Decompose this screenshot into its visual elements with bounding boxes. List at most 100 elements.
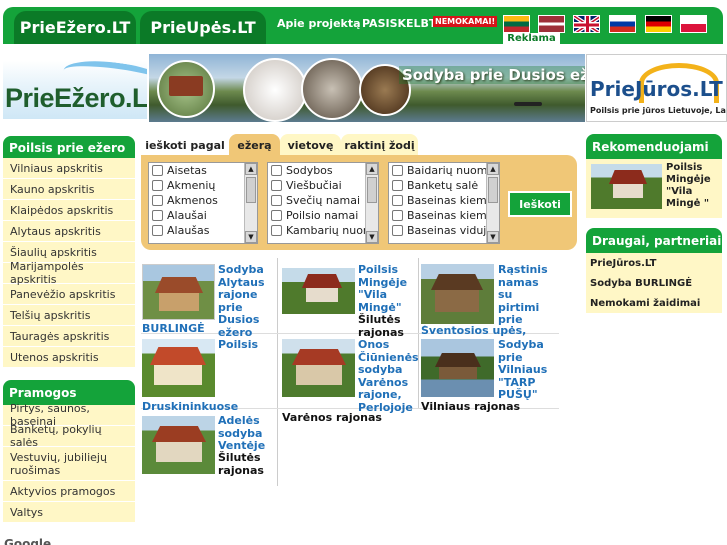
listing-photo[interactable]	[142, 264, 215, 320]
scrollbar[interactable]: ▲ ▼	[486, 163, 499, 243]
listing-title[interactable]: Poilsis Mingėje "Vila Mingė"	[358, 263, 418, 314]
scroll-thumb[interactable]	[367, 177, 377, 203]
scroll-up-icon[interactable]: ▲	[245, 163, 257, 175]
prieezero-logo[interactable]: PrieEžero.L	[3, 61, 147, 119]
sidebar-item-weddings[interactable]: Vestuvių, jubiliejų ruošimas	[3, 447, 135, 481]
list-item[interactable]: Aisetas	[149, 163, 257, 178]
listing-region[interactable]: Druskininkuose	[142, 400, 238, 414]
listing-photo[interactable]	[142, 416, 215, 474]
checkbox[interactable]	[392, 225, 403, 236]
checkbox[interactable]	[392, 165, 403, 176]
sidebar-item-boats[interactable]: Valtys	[3, 502, 135, 523]
listing-title[interactable]: Sodyba prie Vilniaus "TARP PUŠŲ"	[498, 338, 558, 402]
partner-link[interactable]: Sodyba BURLINGĖ	[586, 273, 722, 293]
sidebar-item-vilnius[interactable]: Vilniaus apskritis	[3, 158, 135, 179]
tab-lake[interactable]: ežerą	[229, 134, 280, 156]
listing-title[interactable]: Adelės sodyba Ventėje	[218, 414, 274, 453]
search-button[interactable]: Ieškoti	[508, 191, 572, 217]
checkbox[interactable]	[392, 195, 403, 206]
checkbox[interactable]	[152, 165, 163, 176]
listing-photo[interactable]	[282, 268, 355, 314]
divider	[277, 258, 278, 486]
sidebar-item-alytus[interactable]: Alytaus apskritis	[3, 221, 135, 242]
list-item[interactable]: Viešbučiai	[268, 178, 378, 193]
sidebar-item-marijampole[interactable]: Marijampolės apskritis	[3, 260, 135, 286]
scroll-down-icon[interactable]: ▼	[487, 231, 499, 243]
germany-flag-icon[interactable]	[645, 15, 672, 33]
listing-photo[interactable]	[421, 339, 494, 397]
checkbox[interactable]	[392, 210, 403, 221]
sidebar-item-panevezys[interactable]: Panevėžio apskritis	[3, 284, 135, 305]
list-item[interactable]: Baseinas viduje	[389, 223, 499, 238]
list-item[interactable]: Baseinas kieme	[389, 208, 499, 223]
scroll-thumb[interactable]	[488, 177, 498, 203]
listing-region[interactable]: Šventosios upės, kaime	[421, 325, 541, 337]
checkbox[interactable]	[152, 210, 163, 221]
listing-photo[interactable]	[591, 164, 662, 209]
list-item[interactable]: Akmenių	[149, 178, 257, 193]
tab-prieupes[interactable]: PrieUpės.LT	[140, 11, 266, 44]
list-item[interactable]: Banketų salė	[389, 178, 499, 193]
scroll-up-icon[interactable]: ▲	[487, 163, 499, 175]
lithuania-flag-icon[interactable]	[503, 15, 530, 33]
recommended-text[interactable]: Poilsis Mingėje "Vila Mingė "	[666, 162, 718, 210]
listing-region[interactable]: BURLINGĖ	[142, 322, 212, 336]
list-item[interactable]: Alaušas	[149, 223, 257, 238]
checkbox[interactable]	[271, 210, 282, 221]
scroll-down-icon[interactable]: ▼	[366, 231, 378, 243]
uk-flag-icon[interactable]	[573, 15, 600, 33]
list-item[interactable]: Akmenos	[149, 193, 257, 208]
sidebar-item-taurage[interactable]: Tauragės apskritis	[3, 326, 135, 347]
listing-title[interactable]: Rąstinis namas su pirtimi prie	[498, 263, 556, 327]
listing-title[interactable]: Sodyba Alytaus rajone prie Dusios ežero	[218, 263, 274, 339]
checkbox[interactable]	[152, 225, 163, 236]
list-item[interactable]: Baidarių nuoma	[389, 163, 499, 178]
sidebar-item-banquets[interactable]: Banketų, pokylių salės	[3, 423, 135, 449]
list-item[interactable]: Poilsio namai	[268, 208, 378, 223]
scrollbar[interactable]: ▲ ▼	[244, 163, 257, 243]
checkbox[interactable]	[271, 195, 282, 206]
type-list[interactable]: Sodybos Viešbučiai Svečių namai Poilsio …	[267, 162, 379, 244]
featured-banner[interactable]: Sodyba prie Dusios ež	[147, 54, 585, 122]
poland-flag-icon[interactable]	[680, 15, 707, 33]
scroll-up-icon[interactable]: ▲	[366, 163, 378, 175]
listing-photo[interactable]	[142, 339, 215, 397]
list-item[interactable]: Kambarių nuom	[268, 223, 378, 238]
advertise-link[interactable]: PASISKELBTI	[362, 17, 441, 30]
partner-link[interactable]: PrieJūros.LT	[586, 253, 722, 273]
sidebar-item-kaunas[interactable]: Kauno apskritis	[3, 179, 135, 200]
scroll-thumb[interactable]	[246, 177, 256, 203]
listing-title[interactable]: Poilsis	[218, 338, 274, 352]
latvia-flag-icon[interactable]	[538, 15, 565, 33]
checkbox[interactable]	[152, 180, 163, 191]
scroll-down-icon[interactable]: ▼	[245, 231, 257, 243]
tab-location[interactable]: vietovę	[280, 134, 341, 156]
checkbox[interactable]	[271, 225, 282, 236]
sidebar-item-active[interactable]: Aktyvios pramogos	[3, 481, 135, 502]
sidebar-item-telsiai[interactable]: Telšių apskritis	[3, 305, 135, 326]
checkbox[interactable]	[271, 180, 282, 191]
tab-keyword[interactable]: raktinį žodį	[341, 134, 418, 156]
list-item[interactable]: Sodybos	[268, 163, 378, 178]
lake-list[interactable]: Aisetas Akmenių Akmenos Alaušai Alaušas …	[148, 162, 258, 244]
logo-text: PrieEžero.L	[5, 83, 147, 113]
sidebar-item-klaipeda[interactable]: Klaipėdos apskritis	[3, 200, 135, 221]
checkbox[interactable]	[392, 180, 403, 191]
recommended-item[interactable]: Poilsis Mingėje "Vila Mingė "	[586, 159, 722, 218]
listing-photo[interactable]	[282, 339, 355, 397]
priejuros-logo[interactable]: PrieJūros.LT Poilsis prie jūros Lietuvoj…	[586, 54, 727, 122]
sidebar-item-utena[interactable]: Utenos apskritis	[3, 347, 135, 368]
checkbox[interactable]	[152, 195, 163, 206]
listing-title[interactable]: Onos Čiūnienės sodyba Varėnos rajone, Pe…	[358, 338, 419, 414]
tab-prieezero[interactable]: PrieEžero.LT	[14, 11, 136, 44]
checkbox[interactable]	[271, 165, 282, 176]
list-item[interactable]: Svečių namai	[268, 193, 378, 208]
list-item[interactable]: Alaušai	[149, 208, 257, 223]
scrollbar[interactable]: ▲ ▼	[365, 163, 378, 243]
list-item[interactable]: Baseinas kieme	[389, 193, 499, 208]
about-project-link[interactable]: Apie projektą	[277, 17, 361, 30]
listing-photo[interactable]	[421, 264, 494, 324]
partner-link[interactable]: Nemokami žaidimai	[586, 293, 722, 313]
facility-list[interactable]: Baidarių nuoma Banketų salė Baseinas kie…	[388, 162, 500, 244]
russia-flag-icon[interactable]	[609, 15, 636, 33]
